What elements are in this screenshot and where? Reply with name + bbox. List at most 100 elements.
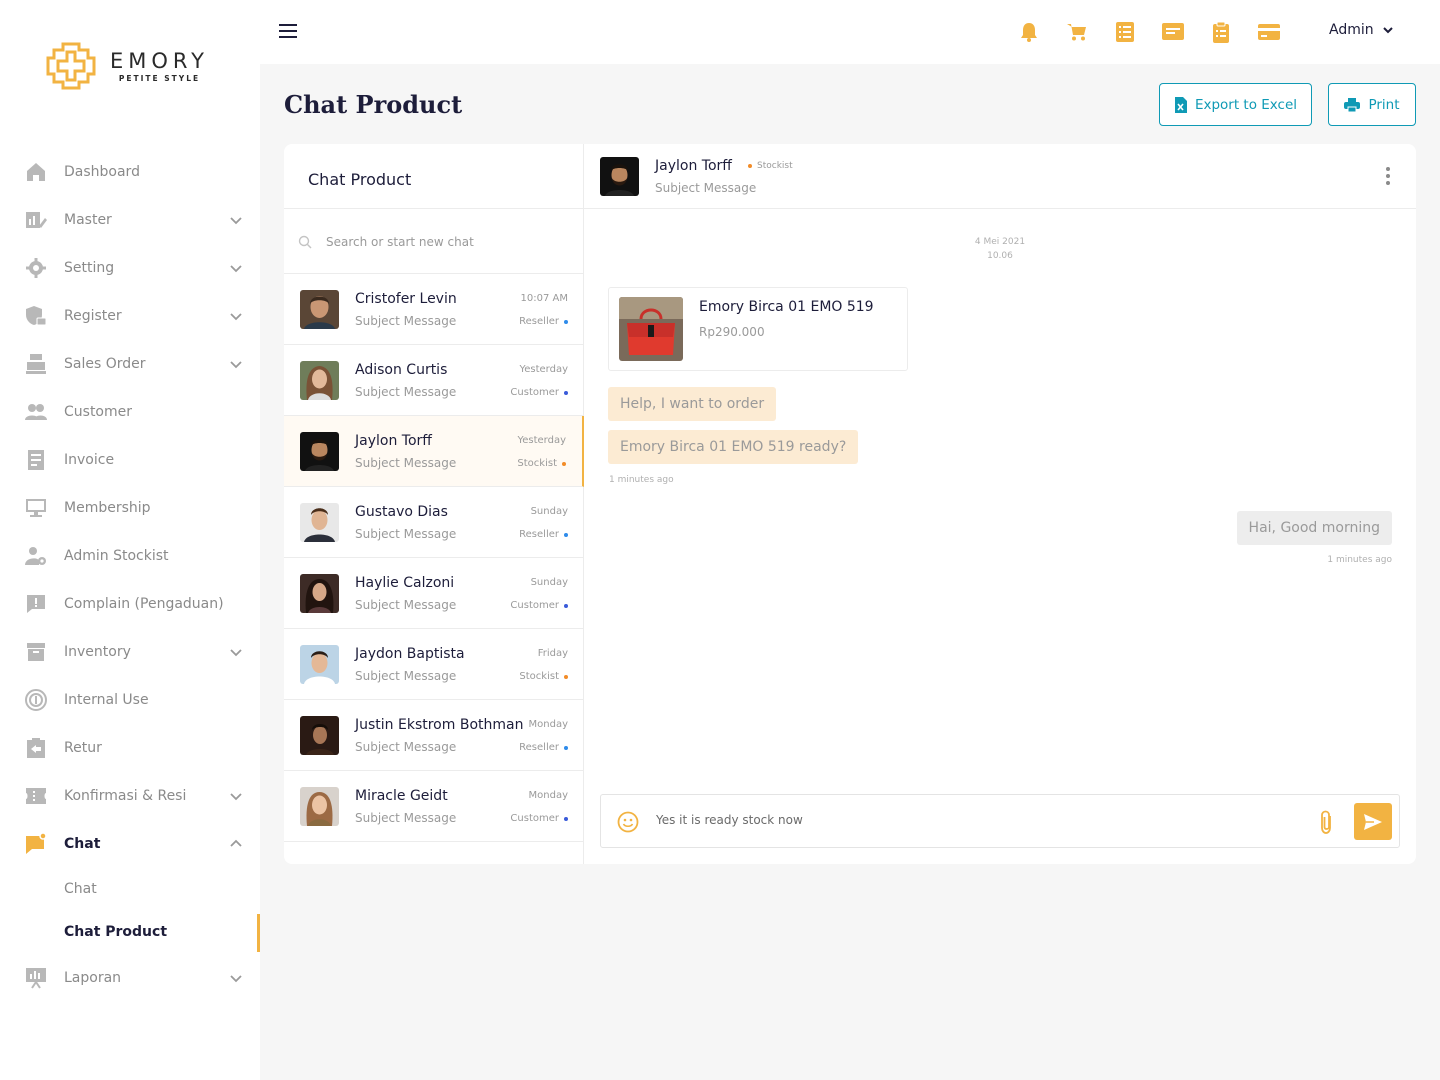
cart-icon[interactable] <box>1065 20 1089 44</box>
contact-subject: Subject Message <box>355 385 457 399</box>
sidebar-item-complain[interactable]: Complain (Pengaduan) <box>0 584 260 624</box>
sidebar-item-setting[interactable]: Setting <box>0 248 260 288</box>
contact-role: Customer <box>510 387 568 398</box>
contact-subject: Subject Message <box>355 811 457 825</box>
chevron-up-icon <box>230 839 242 847</box>
role-label: Reseller <box>519 742 559 753</box>
logo[interactable]: EMORY PETITE STYLE <box>46 42 209 90</box>
list-icon[interactable] <box>1113 20 1137 44</box>
chat-list-item[interactable]: Adison Curtis Subject Message Yesterday … <box>284 345 584 416</box>
sidebar-item-invoice[interactable]: Invoice <box>0 440 260 480</box>
sidebar-item-chat[interactable]: Chat <box>0 824 260 864</box>
sidebar-item-retur[interactable]: Retur <box>0 728 260 768</box>
sidebar-item-label: Retur <box>64 740 102 756</box>
avatar <box>600 157 639 196</box>
message-input[interactable] <box>656 813 1296 827</box>
sidebar-item-inventory[interactable]: Inventory <box>0 632 260 672</box>
contact-subject: Subject Message <box>355 314 457 328</box>
sidebar-item-internal-use[interactable]: Internal Use <box>0 680 260 720</box>
incoming-message: Emory Birca 01 EMO 519 ready? <box>608 430 859 464</box>
sidebar-item-label: Membership <box>64 500 151 516</box>
contact-time: Monday <box>528 790 568 801</box>
role-label: Stockist <box>757 161 793 171</box>
print-button[interactable]: Print <box>1328 83 1416 126</box>
invoice-icon <box>25 449 47 471</box>
sidebar-item-label: Konfirmasi & Resi <box>64 788 187 804</box>
chevron-down-icon <box>1382 27 1393 34</box>
contact-role: Reseller <box>519 742 568 753</box>
role-dot <box>564 532 568 537</box>
role-dot <box>562 461 566 466</box>
chevron-down-icon <box>230 313 242 321</box>
role-dot <box>748 164 752 168</box>
chat-list-item[interactable]: Justin Ekstrom Bothman Subject Message M… <box>284 700 584 771</box>
sidebar-item-label: Setting <box>64 260 115 276</box>
sidebar-subitem-chat[interactable]: Chat <box>64 881 97 897</box>
sidebar-item-admin-stockist[interactable]: Admin Stockist <box>0 536 260 576</box>
chart-edit-icon <box>25 209 47 231</box>
role-dot <box>564 319 568 324</box>
outgoing-message: Hai, Good morning <box>1236 511 1392 545</box>
sidebar-item-laporan[interactable]: Laporan <box>0 958 260 998</box>
brand-name: EMORY <box>110 48 209 73</box>
clipboard-icon[interactable] <box>1209 20 1233 44</box>
chat-list-item-selected[interactable]: Jaylon Torff Subject Message Yesterday S… <box>284 416 584 487</box>
contact-role: Stockist <box>519 671 568 682</box>
chevron-down-icon <box>230 649 242 657</box>
chat-list-item[interactable]: Jaydon Baptista Subject Message Friday S… <box>284 629 584 700</box>
chat-card: Chat Product Search or start new chat Cr… <box>284 144 1416 864</box>
contact-time: 10:07 AM <box>520 293 568 304</box>
ticket-icon <box>25 785 47 807</box>
sidebar-item-konfirmasi-resi[interactable]: Konfirmasi & Resi <box>0 776 260 816</box>
chat-list-pane: Chat Product Search or start new chat Cr… <box>284 144 584 864</box>
contact-name: Miracle Geidt <box>355 788 448 804</box>
message-time: 10.06 <box>987 251 1013 261</box>
sidebar-item-master[interactable]: Master <box>0 200 260 240</box>
more-options-icon[interactable] <box>1384 167 1392 187</box>
conversation-pane: Jaylon Torff Stockist Subject Message 4 … <box>584 144 1416 864</box>
contact-role: Stockist <box>517 458 566 469</box>
sidebar-item-label: Admin Stockist <box>64 548 169 564</box>
emoji-icon[interactable] <box>617 811 639 833</box>
outgoing-timestamp: 1 minutes ago <box>1327 555 1392 565</box>
bell-icon[interactable] <box>1017 20 1041 44</box>
product-name: Emory Birca 01 EMO 519 <box>699 299 874 315</box>
contact-name: Cristofer Levin <box>355 291 457 307</box>
contact-subject: Subject Message <box>355 456 457 470</box>
attachment-icon[interactable] <box>1316 809 1336 835</box>
sidebar-item-dashboard[interactable]: Dashboard <box>0 152 260 192</box>
chat-list-item[interactable]: Haylie Calzoni Subject Message Sunday Cu… <box>284 558 584 629</box>
avatar <box>300 574 339 613</box>
search-input[interactable]: Search or start new chat <box>298 230 570 254</box>
sidebar-item-customer[interactable]: Customer <box>0 392 260 432</box>
role-label: Stockist <box>517 458 557 469</box>
sidebar-item-sales-order[interactable]: Sales Order <box>0 344 260 384</box>
user-menu[interactable]: Admin <box>1329 22 1394 38</box>
role-label: Customer <box>510 600 559 611</box>
role-label: Stockist <box>519 671 559 682</box>
sidebar-item-membership[interactable]: Membership <box>0 488 260 528</box>
product-card[interactable]: Emory Birca 01 EMO 519 Rp290.000 <box>608 287 908 371</box>
contact-time: Yesterday <box>519 364 568 375</box>
incoming-message: Help, I want to order <box>608 387 777 421</box>
menu-icon[interactable] <box>279 24 297 38</box>
contact-subject: Subject Message <box>355 669 457 683</box>
chevron-down-icon <box>230 217 242 225</box>
avatar <box>300 645 339 684</box>
chat-list-item[interactable]: Gustavo Dias Subject Message Sunday Rese… <box>284 487 584 558</box>
card-icon[interactable] <box>1257 20 1281 44</box>
sidebar-item-register[interactable]: Register <box>0 296 260 336</box>
export-excel-button[interactable]: Export to Excel <box>1159 83 1312 126</box>
message-icon[interactable] <box>1161 20 1185 44</box>
sidebar-subitem-chat-product[interactable]: Chat Product <box>64 924 167 940</box>
user-gear-icon <box>25 545 47 567</box>
contact-role: Customer <box>510 600 568 611</box>
sidebar-item-label: Register <box>64 308 122 324</box>
send-button[interactable] <box>1354 803 1392 840</box>
chat-list-item[interactable]: Cristofer Levin Subject Message 10:07 AM… <box>284 274 584 345</box>
product-price: Rp290.000 <box>699 325 765 339</box>
chat-list-item[interactable]: Miracle Geidt Subject Message Monday Cus… <box>284 771 584 842</box>
sidebar-item-label: Inventory <box>64 644 131 660</box>
cash-register-icon <box>25 353 47 375</box>
logo-mark-icon <box>46 42 96 90</box>
